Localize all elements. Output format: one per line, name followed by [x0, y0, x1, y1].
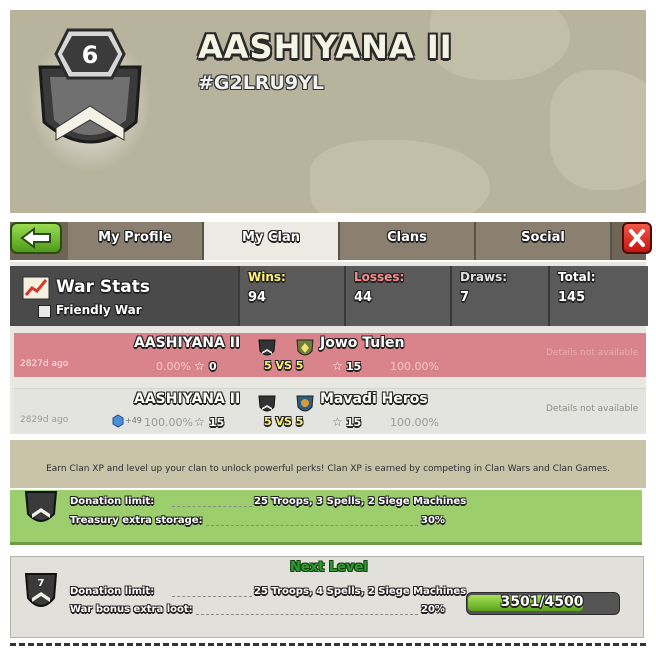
friendly-war-label: Friendly War: [56, 303, 142, 317]
stat-value: 44: [354, 290, 373, 305]
perk-value: 30%: [421, 515, 445, 526]
star-icon: ☆: [332, 359, 343, 373]
dotted-leader: [172, 506, 252, 508]
tab-label: My Clan: [242, 230, 300, 245]
tab-my-clan[interactable]: My Clan: [204, 222, 340, 260]
opponent-destruction: 100.00%: [390, 416, 439, 429]
friendly-war-checkbox[interactable]: [38, 305, 51, 318]
level-number: 7: [38, 578, 45, 589]
tab-bar: My Profile My Clan Clans Social: [10, 222, 646, 260]
perk-label: Donation limit:: [70, 496, 155, 507]
war-stats-title: War Stats: [56, 277, 151, 297]
perk-value: 20%: [421, 604, 445, 615]
perk-label: Donation limit:: [70, 586, 155, 597]
perk-label: War bonus extra loot:: [70, 604, 193, 615]
opponent-badge-icon: [296, 339, 314, 356]
stat-losses: Losses: 44: [344, 266, 450, 326]
vs-text: 5 VS 5: [264, 415, 304, 428]
close-button[interactable]: [622, 222, 652, 254]
tab-clans[interactable]: Clans: [340, 222, 476, 260]
perk-label: Treasury extra storage:: [70, 515, 203, 526]
clan-name: AASHIYANA II: [134, 391, 241, 407]
stat-value: 7: [460, 290, 470, 305]
details-status: Details not available: [546, 404, 639, 414]
close-icon: [629, 229, 645, 247]
star-icon: ☆: [194, 359, 205, 373]
war-age: 2829d ago: [20, 415, 69, 425]
stat-label: Draws:: [460, 270, 508, 284]
stat-label: Total:: [558, 270, 596, 284]
clan-badge-icon: 6: [28, 28, 152, 172]
vs-text: 5 VS 5: [264, 359, 304, 372]
arrow-left-icon: [20, 227, 51, 249]
stat-value: 94: [248, 290, 267, 305]
level-badge-icon: 7: [24, 573, 58, 607]
next-level-title: Next Level: [290, 560, 368, 575]
level-badge-icon: [24, 491, 58, 522]
perk-value: 25 Troops, 3 Spells, 2 Siege Machines: [254, 496, 467, 507]
war-age: 2827d ago: [20, 359, 69, 369]
clan-name: AASHIYANA II: [134, 335, 241, 351]
section-divider: [10, 643, 646, 646]
map-landmass: [310, 140, 490, 213]
clan-stars: 0: [209, 360, 217, 373]
stat-total: Total: 145: [548, 266, 648, 326]
clan-stars: 15: [209, 416, 225, 429]
tab-label: Clans: [387, 230, 427, 245]
tab-social[interactable]: Social: [476, 222, 612, 260]
opponent-name: Mavadi Heros: [320, 391, 428, 407]
opponent-stars: 15: [346, 416, 362, 429]
stat-draws: Draws: 7: [450, 266, 548, 326]
opponent-badge-icon: [296, 395, 314, 412]
details-status: Details not available: [546, 348, 639, 358]
war-log-row[interactable]: 2827d ago AASHIYANA II Jowo Tulen 5 VS 5…: [14, 333, 646, 377]
clan-badge-icon: [258, 339, 276, 356]
xp-progress-text: 3501/4500: [500, 594, 584, 610]
star-icon: ☆: [194, 415, 205, 429]
tab-label: Social: [521, 230, 565, 245]
stat-label: Wins:: [248, 270, 286, 284]
opponent-name: Jowo Tulen: [320, 335, 405, 351]
opponent-stars: 15: [346, 360, 362, 373]
clan-destruction: 100.00%: [144, 416, 193, 429]
clan-xp-icon: [112, 414, 124, 428]
map-landmass: [550, 70, 646, 190]
clan-tag: #G2LRU9YL: [198, 72, 324, 94]
clan-level-number: 6: [82, 41, 99, 69]
dotted-leader: [172, 596, 252, 598]
stat-wins: Wins: 94: [238, 266, 344, 326]
clan-badge-icon: [258, 395, 276, 412]
stat-value: 145: [558, 290, 586, 305]
xp-gain: +49: [125, 416, 142, 425]
perk-value: 25 Troops, 4 Spells, 2 Siege Machines: [254, 586, 467, 597]
tab-my-profile[interactable]: My Profile: [68, 222, 204, 260]
war-log-row[interactable]: 2829d ago AASHIYANA II Mavadi Heros 5 VS…: [14, 388, 646, 433]
stat-label: Losses:: [354, 270, 405, 284]
clan-destruction: 0.00%: [156, 360, 191, 373]
opponent-destruction: 100.00%: [390, 360, 439, 373]
chart-icon: [22, 276, 50, 300]
star-icon: ☆: [332, 415, 343, 429]
back-button[interactable]: [10, 222, 62, 254]
dotted-leader: [196, 614, 418, 616]
xp-info-text: Earn Clan XP and level up your clan to u…: [46, 464, 610, 474]
dotted-leader: [206, 525, 418, 527]
tab-label: My Profile: [98, 230, 172, 245]
clan-name: AASHIYANA II: [198, 28, 453, 66]
